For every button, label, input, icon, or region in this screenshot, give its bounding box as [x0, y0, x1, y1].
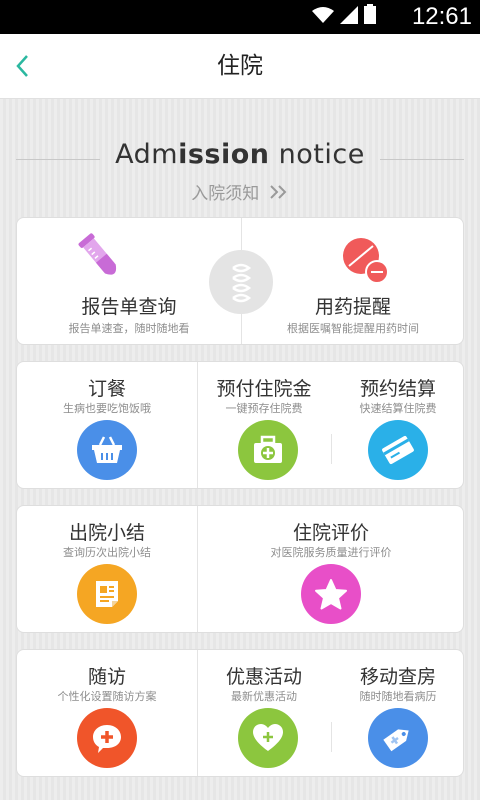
signal-icon: [340, 6, 358, 28]
notice-en-suffix: notice: [269, 139, 365, 170]
meal-order-subtitle: 生病也要吃饱饭哦: [63, 402, 151, 415]
report-query-item[interactable]: 报告单查询 报告单速查，随时随地看: [17, 218, 241, 346]
medication-reminder-item[interactable]: 用药提醒 根据医嘱智能提醒用药时间: [241, 218, 465, 346]
pill-icon: [341, 236, 391, 288]
hospital-evaluation-item[interactable]: 住院评价 对医院服务质量进行评价: [197, 506, 465, 634]
card-discharge-evaluation: 出院小结 查询历次出院小结 住院评价 对医院服务质量进行评价: [16, 505, 464, 633]
wifi-icon: [312, 6, 334, 28]
mobile-ward-round-subtitle: 随时随地看病历: [359, 690, 437, 703]
follow-up-item[interactable]: 随访 个性化设置随访方案: [17, 650, 197, 778]
discharge-summary-title: 出院小结: [68, 522, 145, 544]
follow-up-title: 随访: [87, 666, 126, 688]
status-time: 12:61: [411, 3, 472, 30]
status-bar: 12:61: [0, 0, 480, 34]
medical-kit-icon: [238, 420, 298, 480]
double-chevron-right-icon: [269, 184, 289, 205]
promotions-title: 优惠活动: [225, 666, 302, 688]
admission-notice-title: Admission notice: [0, 139, 480, 170]
appointment-settlement-subtitle: 快速结算住院费: [359, 402, 437, 415]
document-icon: [77, 564, 137, 624]
prepay-deposit-item[interactable]: 预付住院金 一键预存住院费: [197, 362, 331, 490]
mobile-ward-round-item[interactable]: 移动查房 随时随地看病历: [331, 650, 465, 778]
admission-notice: Admission notice 入院须知: [0, 139, 480, 209]
notice-en-prefix: Adm: [115, 139, 179, 170]
card-meals-payment: 订餐 生病也要吃饱饭哦 预付住院金 一键预存住院费 预约结算 快速结算住院费: [16, 361, 464, 489]
promotions-subtitle: 最新优惠活动: [231, 690, 297, 703]
medication-reminder-title: 用药提醒: [314, 296, 391, 318]
report-query-subtitle: 报告单速查，随时随地看: [68, 322, 190, 335]
main-content: Admission notice 入院须知 报告单查询 报告单速查，随时随地看 …: [0, 99, 480, 800]
hospital-evaluation-subtitle: 对医院服务质量进行评价: [270, 546, 392, 559]
basket-icon: [77, 420, 137, 480]
tag-icon: [368, 708, 428, 768]
meal-order-item[interactable]: 订餐 生病也要吃饱饭哦: [17, 362, 197, 490]
report-query-title: 报告单查询: [81, 296, 177, 318]
appointment-settlement-item[interactable]: 预约结算 快速结算住院费: [331, 362, 465, 490]
discharge-summary-item[interactable]: 出院小结 查询历次出院小结: [17, 506, 197, 634]
admission-notice-link[interactable]: 入院须知: [0, 179, 480, 205]
battery-icon: [364, 4, 376, 28]
heart-plus-icon: [238, 708, 298, 768]
status-icons: [312, 4, 376, 28]
card-reports-medication: 报告单查询 报告单速查，随时随地看 用药提醒 根据医嘱智能提醒用药时间: [16, 217, 464, 345]
admission-notice-label: 入院须知: [191, 184, 260, 204]
promotions-item[interactable]: 优惠活动 最新优惠活动: [197, 650, 331, 778]
follow-up-subtitle: 个性化设置随访方案: [57, 690, 157, 703]
meal-order-title: 订餐: [87, 378, 126, 400]
mobile-ward-round-title: 移动查房: [359, 666, 436, 688]
notice-en-bold: ission: [178, 139, 270, 170]
appointment-settlement-title: 预约结算: [359, 378, 436, 400]
prepay-deposit-title: 预付住院金: [216, 378, 312, 400]
app-header: 住院: [0, 34, 480, 99]
prepay-deposit-subtitle: 一键预存住院费: [225, 402, 303, 415]
test-tube-icon: [71, 228, 133, 294]
card-followup-promotions: 随访 个性化设置随访方案 优惠活动 最新优惠活动 移动查房 随时随地看病历: [16, 649, 464, 777]
chat-plus-icon: [77, 708, 137, 768]
page-title: 住院: [217, 53, 263, 79]
star-icon: [301, 564, 361, 624]
medication-reminder-subtitle: 根据医嘱智能提醒用药时间: [287, 322, 419, 335]
card-icon: [368, 420, 428, 480]
hospital-evaluation-title: 住院评价: [292, 522, 369, 544]
discharge-summary-subtitle: 查询历次出院小结: [63, 546, 151, 559]
